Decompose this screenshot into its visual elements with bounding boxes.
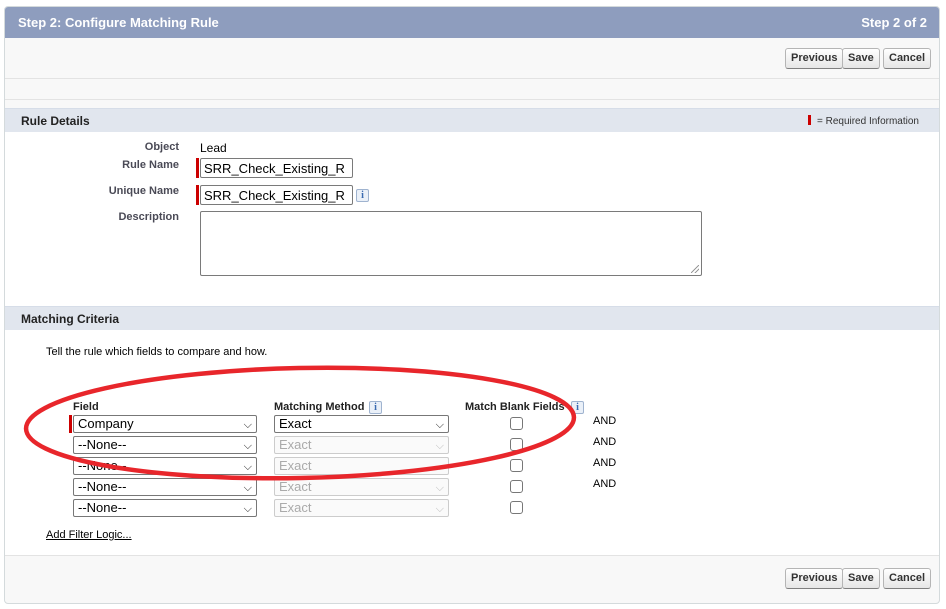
annotation-overlay	[23, 365, 577, 481]
annotation-ellipse	[23, 365, 577, 481]
